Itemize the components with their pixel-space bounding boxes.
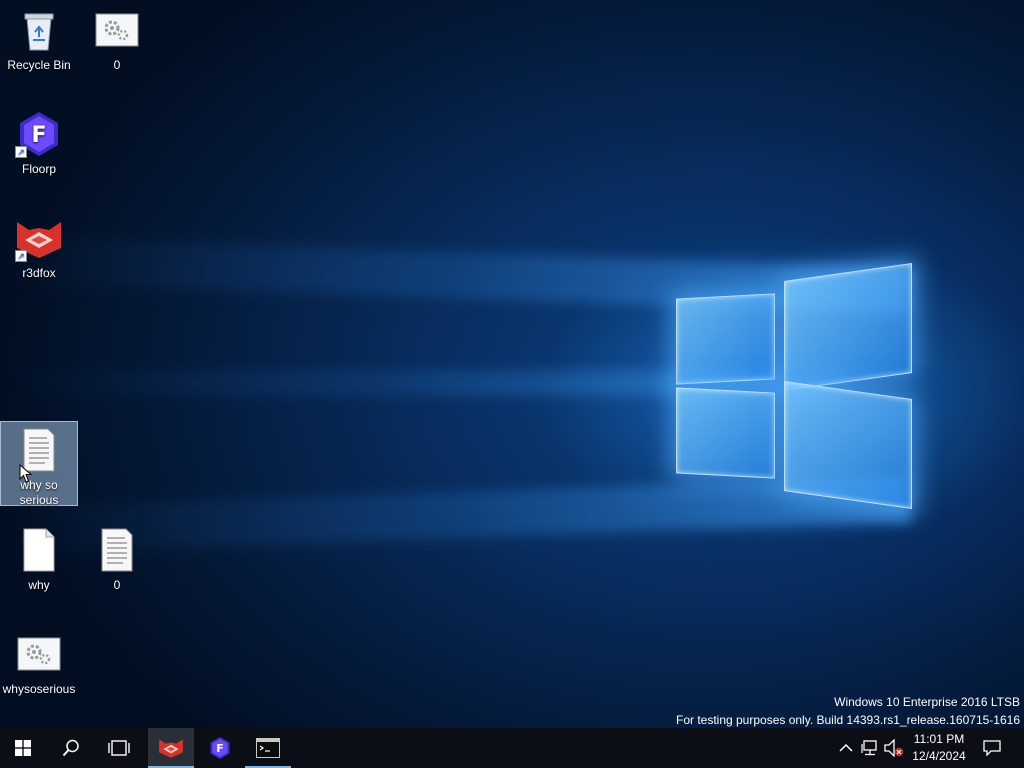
show-hidden-icons-button[interactable] — [836, 738, 856, 758]
shortcut-arrow-icon: ↗ — [15, 250, 27, 262]
network-icon — [861, 740, 877, 756]
network-button[interactable] — [860, 738, 880, 758]
icon-label: why — [28, 578, 50, 592]
floorp-icon: F — [210, 737, 230, 759]
logo-pane — [784, 263, 912, 391]
recycle-bin-icon — [15, 6, 63, 54]
action-center-icon — [983, 740, 1001, 756]
volume-muted-icon — [884, 739, 904, 757]
taskbar-app-command-prompt[interactable] — [245, 728, 291, 768]
logo-pane — [676, 387, 775, 479]
icon-label: 0 — [113, 58, 121, 72]
task-view-icon — [108, 740, 130, 756]
light-beam — [0, 370, 780, 396]
icon-label: why so serious — [19, 478, 59, 507]
watermark-build: For testing purposes only. Build 14393.r… — [675, 713, 1020, 727]
taskbar: F 11:01 PM 12/4/2024 — [0, 728, 1024, 768]
r3dfox-icon: ↗ — [15, 214, 63, 262]
logo-pane — [676, 293, 775, 385]
clock-time: 11:01 PM — [913, 732, 965, 746]
action-center-button[interactable] — [982, 738, 1002, 758]
blank-file-icon — [15, 526, 63, 574]
desktop-icon-why[interactable]: why — [0, 526, 78, 593]
logo-pane — [784, 381, 912, 509]
chevron-up-icon — [839, 743, 853, 752]
start-button[interactable] — [0, 728, 46, 768]
desktop-icon-0-config[interactable]: 0 — [78, 6, 156, 73]
search-icon — [62, 739, 79, 757]
settings-file-icon — [93, 6, 141, 54]
clock-date: 12/4/2024 — [912, 749, 966, 763]
r3dfox-icon — [159, 739, 183, 758]
windows-build-watermark: Windows 10 Enterprise 2016 LTSB For test… — [676, 693, 1020, 728]
taskbar-app-floorp[interactable]: F — [197, 728, 243, 768]
svg-text:F: F — [31, 123, 46, 148]
text-document-icon — [15, 426, 63, 483]
desktop-icon-why-so-serious[interactable]: why so serious — [0, 421, 78, 507]
icon-label: r3dfox — [22, 266, 56, 280]
desktop-icon-r3dfox[interactable]: ↗ r3dfox — [0, 214, 78, 281]
desktop[interactable]: Recycle Bin 0 F ↗ Floorp ↗ r3dfox why so… — [0, 0, 1024, 728]
windows-logo-wallpaper — [676, 263, 912, 509]
text-document-icon — [93, 526, 141, 574]
desktop-icon-floorp[interactable]: F ↗ Floorp — [0, 110, 78, 177]
mouse-cursor-icon — [19, 464, 33, 483]
task-view-button[interactable] — [96, 728, 142, 768]
search-button[interactable] — [48, 728, 94, 768]
svg-text:F: F — [216, 742, 224, 755]
taskbar-app-r3dfox[interactable] — [148, 728, 194, 768]
icon-label: 0 — [113, 578, 121, 592]
desktop-icon-0-text[interactable]: 0 — [78, 526, 156, 593]
shortcut-arrow-icon: ↗ — [15, 146, 27, 158]
clock[interactable]: 11:01 PM 12/4/2024 — [906, 731, 972, 765]
desktop-icon-recycle-bin[interactable]: Recycle Bin — [0, 6, 78, 73]
settings-file-icon — [15, 630, 63, 678]
volume-button[interactable] — [884, 738, 904, 758]
start-windows-icon — [15, 740, 31, 756]
icon-label: whysoserious — [2, 682, 76, 696]
floorp-icon: F ↗ — [15, 110, 63, 158]
desktop-icon-whysoserious[interactable]: whysoserious — [0, 630, 78, 697]
command-prompt-icon — [256, 738, 280, 758]
icon-label: Recycle Bin — [7, 58, 71, 72]
icon-label: Floorp — [21, 162, 56, 176]
watermark-edition: Windows 10 Enterprise 2016 LTSB — [834, 695, 1020, 709]
